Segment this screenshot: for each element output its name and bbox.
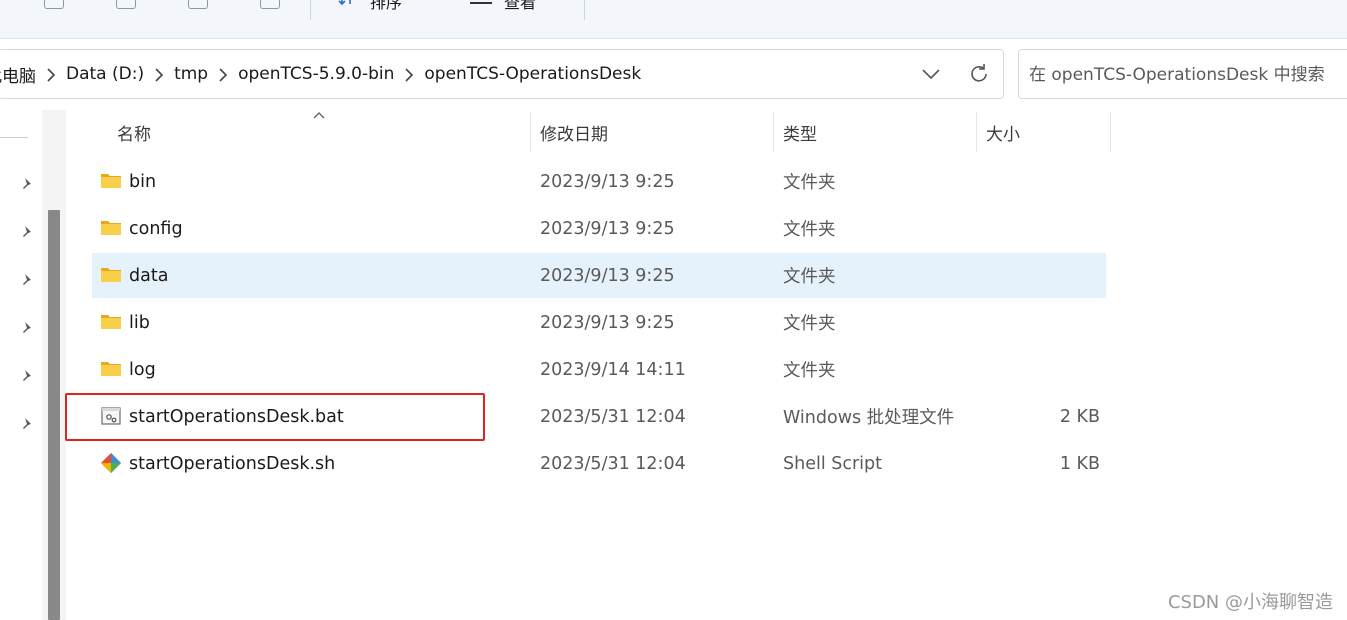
breadcrumb-drive[interactable]: Data (D:) <box>66 64 144 84</box>
pin-icon[interactable] <box>19 272 35 288</box>
nav-scrollbar-thumb[interactable] <box>48 210 60 620</box>
file-row[interactable]: startOperationsDesk.sh 2023/5/31 12:04 She… <box>92 441 1106 486</box>
column-header-name-label: 名称 <box>117 124 151 145</box>
annotation-highlight-box <box>65 393 485 441</box>
chevron-right-icon[interactable] <box>208 65 238 83</box>
chevron-right-icon[interactable] <box>36 65 66 83</box>
file-name: bin <box>129 171 157 192</box>
file-modified-date: 2023/9/13 9:25 <box>540 312 675 333</box>
paste-icon[interactable] <box>116 0 136 9</box>
search-box[interactable] <box>1018 49 1347 99</box>
search-input[interactable] <box>1029 62 1347 88</box>
chevron-down-icon <box>922 69 940 80</box>
file-modified-date: 2023/9/13 9:25 <box>540 265 675 286</box>
refresh-button[interactable] <box>967 62 991 86</box>
column-header-date-label: 修改日期 <box>540 124 608 145</box>
sort-label: 排序 <box>370 0 403 12</box>
sort-ascending-icon <box>313 112 325 119</box>
folder-icon <box>100 358 122 380</box>
file-row[interactable]: data 2023/9/13 9:25 文件夹 <box>92 253 1106 298</box>
view-icon <box>470 2 492 4</box>
history-dropdown-button[interactable] <box>919 62 943 86</box>
file-name: data <box>129 265 169 286</box>
file-row[interactable]: config 2023/9/13 9:25 文件夹 <box>92 206 1106 251</box>
column-header-type[interactable]: 类型 <box>783 110 817 154</box>
column-header-size-label: 大小 <box>986 124 1020 145</box>
breadcrumb-bin[interactable]: openTCS-5.9.0-bin <box>238 64 394 84</box>
file-size: 2 KB <box>1059 406 1100 427</box>
command-bar: 排序 查看 <box>0 0 1347 39</box>
file-type: 文件夹 <box>783 267 836 287</box>
column-header-type-label: 类型 <box>783 124 817 145</box>
column-divider[interactable] <box>976 112 977 152</box>
file-name: config <box>129 218 183 239</box>
file-modified-date: 2023/5/31 12:04 <box>540 453 686 474</box>
column-header-date[interactable]: 修改日期 <box>540 110 608 154</box>
file-type: 文件夹 <box>783 173 836 193</box>
column-header-size[interactable]: 大小 <box>986 110 1020 154</box>
pin-icon[interactable] <box>19 176 35 192</box>
file-name: lib <box>129 312 150 333</box>
breadcrumb: 此电脑 Data (D:) tmp openTCS-5.9.0-bin open… <box>0 50 641 98</box>
chevron-right-icon[interactable] <box>144 65 174 83</box>
pin-icon[interactable] <box>19 320 35 336</box>
pin-icon[interactable] <box>19 368 35 384</box>
file-modified-date: 2023/9/13 9:25 <box>540 171 675 192</box>
copy-icon[interactable] <box>44 0 64 9</box>
shell-script-icon <box>100 452 122 474</box>
file-type: 文件夹 <box>783 220 836 240</box>
sort-icon <box>338 0 351 6</box>
breadcrumb-this-pc[interactable]: 此电脑 <box>0 62 36 87</box>
file-row[interactable]: bin 2023/9/13 9:25 文件夹 <box>92 159 1106 204</box>
folder-icon <box>100 264 122 286</box>
folder-icon <box>100 170 122 192</box>
chevron-right-icon[interactable] <box>394 65 424 83</box>
column-divider[interactable] <box>773 112 774 152</box>
watermark: CSDN @小海聊智造 <box>1167 592 1333 613</box>
column-header-name[interactable]: 名称 <box>117 110 151 154</box>
file-type: Windows 批处理文件 <box>783 408 955 428</box>
address-bar[interactable]: 此电脑 Data (D:) tmp openTCS-5.9.0-bin open… <box>0 49 1004 99</box>
breadcrumb-tmp[interactable]: tmp <box>174 64 208 84</box>
file-modified-date: 2023/9/13 9:25 <box>540 218 675 239</box>
file-type: 文件夹 <box>783 314 836 334</box>
file-name: log <box>129 359 156 380</box>
pin-icon[interactable] <box>19 224 35 240</box>
folder-icon <box>100 217 122 239</box>
file-type: Shell Script <box>783 453 883 474</box>
file-size: 1 KB <box>1059 453 1100 474</box>
delete-icon[interactable] <box>260 0 280 9</box>
file-modified-date: 2023/9/14 14:11 <box>540 359 686 380</box>
share-icon[interactable] <box>188 0 208 9</box>
column-divider[interactable] <box>530 112 531 152</box>
file-modified-date: 2023/5/31 12:04 <box>540 406 686 427</box>
pin-icon[interactable] <box>19 416 35 432</box>
view-label: 查看 <box>504 0 537 12</box>
toolbar-divider <box>310 0 311 20</box>
file-name: startOperationsDesk.sh <box>129 453 336 474</box>
file-row[interactable]: lib 2023/9/13 9:25 文件夹 <box>92 300 1106 345</box>
folder-icon <box>100 311 122 333</box>
toolbar-divider <box>584 0 585 20</box>
file-type: 文件夹 <box>783 361 836 381</box>
refresh-icon <box>971 64 987 82</box>
file-row[interactable]: log 2023/9/14 14:11 文件夹 <box>92 347 1106 392</box>
breadcrumb-current-folder[interactable]: openTCS-OperationsDesk <box>424 64 641 84</box>
nav-divider <box>0 137 28 138</box>
column-divider[interactable] <box>1110 112 1111 152</box>
